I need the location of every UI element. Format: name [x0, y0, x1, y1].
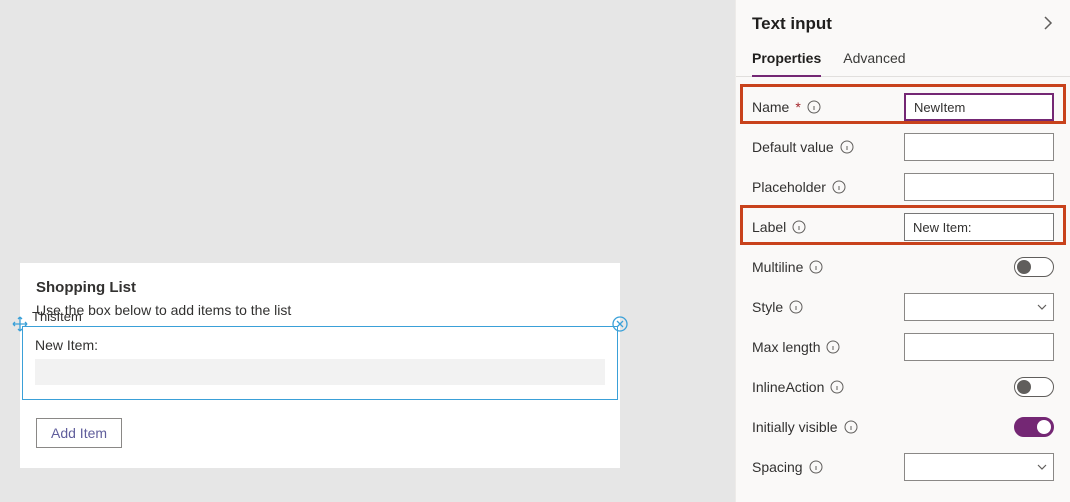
info-icon[interactable] — [792, 220, 806, 234]
selected-control-name: ThisItem — [32, 309, 82, 324]
prop-row-default-value: Default value — [748, 127, 1058, 167]
placeholder-input[interactable] — [904, 173, 1054, 201]
style-dropdown[interactable] — [904, 293, 1054, 321]
default-value-input[interactable] — [904, 133, 1054, 161]
text-input-box[interactable] — [35, 359, 605, 385]
spacing-dropdown[interactable] — [904, 453, 1054, 481]
collapse-panel-icon[interactable] — [1042, 15, 1054, 34]
prop-label-name: Name — [752, 99, 789, 115]
initially-visible-toggle[interactable] — [1014, 417, 1054, 437]
prop-label-inline-action: InlineAction — [752, 379, 824, 395]
prop-label-initially-visible: Initially visible — [752, 419, 838, 435]
max-length-input[interactable] — [904, 333, 1054, 361]
prop-label-max-length: Max length — [752, 339, 820, 355]
prop-row-initially-visible: Initially visible — [748, 407, 1058, 447]
multiline-toggle[interactable] — [1014, 257, 1054, 277]
text-input-control[interactable]: New Item: — [22, 326, 618, 400]
prop-label-spacing: Spacing — [752, 459, 803, 475]
info-icon[interactable] — [832, 180, 846, 194]
info-icon[interactable] — [809, 260, 823, 274]
prop-label-default-value: Default value — [752, 139, 834, 155]
canvas-area: Shopping List Use the box below to add i… — [0, 0, 735, 502]
prop-row-name: Name * — [748, 87, 1058, 127]
properties-panel: Text input Properties Advanced Name * De… — [735, 0, 1070, 502]
required-marker: * — [795, 99, 800, 115]
prop-row-placeholder: Placeholder — [748, 167, 1058, 207]
prop-row-spacing: Spacing — [748, 447, 1058, 487]
prop-label-style: Style — [752, 299, 783, 315]
tab-advanced[interactable]: Advanced — [843, 44, 905, 76]
card-shopping-list: Shopping List Use the box below to add i… — [20, 263, 620, 468]
panel-tabs: Properties Advanced — [736, 44, 1070, 77]
info-icon[interactable] — [826, 340, 840, 354]
text-input-label: New Item: — [35, 337, 605, 353]
prop-label-placeholder: Placeholder — [752, 179, 826, 195]
inline-action-toggle[interactable] — [1014, 377, 1054, 397]
prop-label-label: Label — [752, 219, 786, 235]
prop-label-multiline: Multiline — [752, 259, 803, 275]
info-icon[interactable] — [807, 100, 821, 114]
info-icon[interactable] — [789, 300, 803, 314]
card-title: Shopping List — [36, 279, 604, 296]
properties-list: Name * Default value Placeholder Label — [736, 77, 1070, 487]
info-icon[interactable] — [844, 420, 858, 434]
prop-row-style: Style — [748, 287, 1058, 327]
prop-row-label: Label — [748, 207, 1058, 247]
selected-control-container[interactable]: ThisItem New Item: — [22, 326, 618, 400]
panel-header: Text input — [736, 0, 1070, 44]
card-subtitle: Use the box below to add items to the li… — [36, 302, 604, 318]
label-input[interactable] — [904, 213, 1054, 241]
prop-row-max-length: Max length — [748, 327, 1058, 367]
prop-row-inline-action: InlineAction — [748, 367, 1058, 407]
add-item-button[interactable]: Add Item — [36, 418, 122, 448]
name-input[interactable] — [904, 93, 1054, 121]
tab-properties[interactable]: Properties — [752, 44, 821, 76]
prop-row-multiline: Multiline — [748, 247, 1058, 287]
info-icon[interactable] — [840, 140, 854, 154]
info-icon[interactable] — [830, 380, 844, 394]
info-icon[interactable] — [809, 460, 823, 474]
panel-title: Text input — [752, 14, 832, 34]
